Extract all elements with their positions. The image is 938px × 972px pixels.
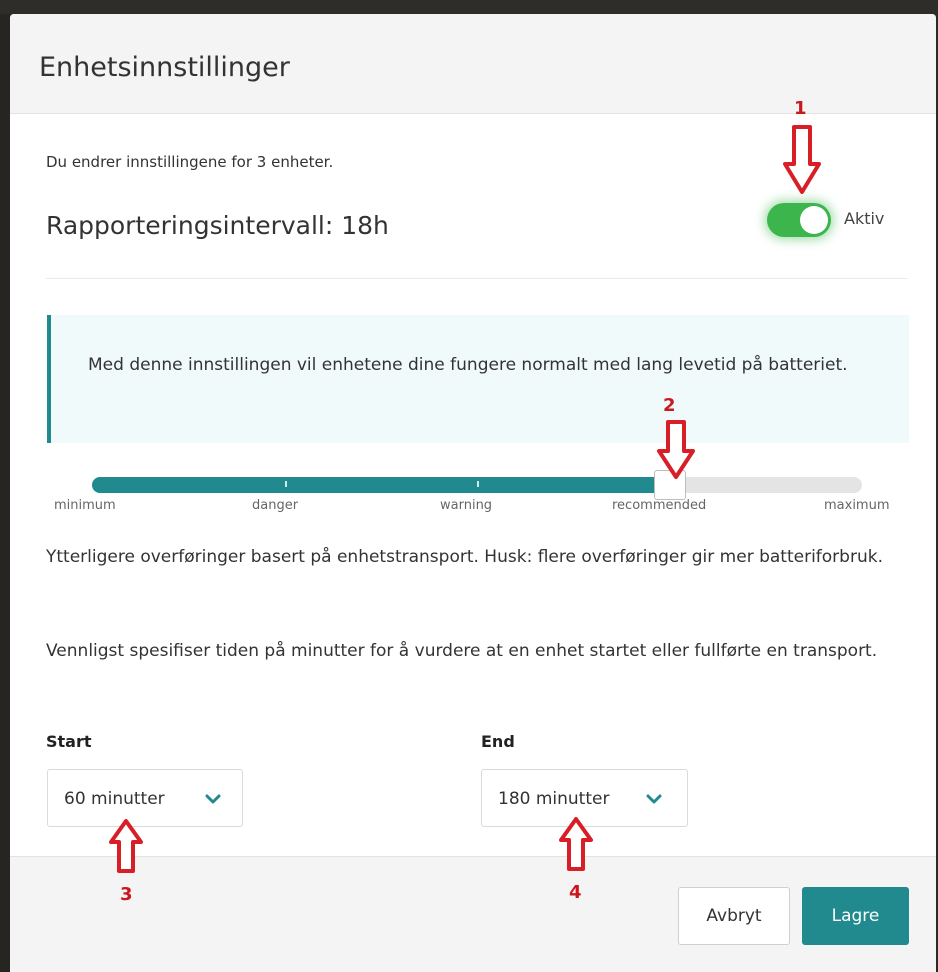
annotation-number-2: 2 [663,395,676,416]
chevron-down-icon [205,794,221,804]
info-text: Med denne innstillingen vil enhetene din… [88,355,848,375]
end-select-value: 180 minutter [498,789,610,809]
device-settings-dialog: Enhetsinnstillinger Du endrer innstillin… [10,14,936,972]
end-label: End [481,732,515,751]
slider-fill [92,477,670,493]
dialog-title: Enhetsinnstillinger [39,52,290,83]
arrow-up-icon [559,817,593,871]
backdrop-top [0,0,938,14]
slider-label-danger: danger [252,498,299,513]
slider-tick [285,481,287,487]
minutes-info-paragraph: Vennligst spesifiser tiden på minutter f… [46,641,878,661]
annotation-number-4: 4 [569,882,582,903]
slider-label-minimum: minimum [54,498,116,513]
cancel-button[interactable]: Avbryt [678,887,790,945]
start-label: Start [46,732,92,751]
active-toggle[interactable] [767,203,831,237]
slider-label-recommended: recommended [612,498,707,513]
interval-slider-track[interactable] [92,477,862,493]
divider [46,278,908,279]
save-button[interactable]: Lagre [802,887,909,945]
interval-title: Rapporteringsintervall: 18h [46,211,389,240]
dialog-footer: Avbryt Lagre [10,856,936,972]
backdrop [0,0,10,972]
transport-info-paragraph: Ytterligere overføringer basert på enhet… [46,547,883,567]
active-toggle-label: Aktiv [844,209,885,228]
info-box: Med denne innstillingen vil enhetene din… [47,315,909,443]
arrow-down-icon [657,420,695,479]
arrow-down-icon [783,125,821,194]
slider-label-warning: warning [440,498,493,513]
annotation-number-1: 1 [794,98,807,119]
start-select[interactable]: 60 minutter [47,769,243,827]
chevron-down-icon [646,794,662,804]
device-count-text: Du endrer innstillingene for 3 enheter. [46,153,334,171]
toggle-knob [800,206,828,234]
slider-label-maximum: maximum [824,498,890,513]
annotation-number-3: 3 [120,884,133,905]
arrow-up-icon [109,819,143,873]
start-select-value: 60 minutter [64,789,165,809]
slider-tick [477,481,479,487]
